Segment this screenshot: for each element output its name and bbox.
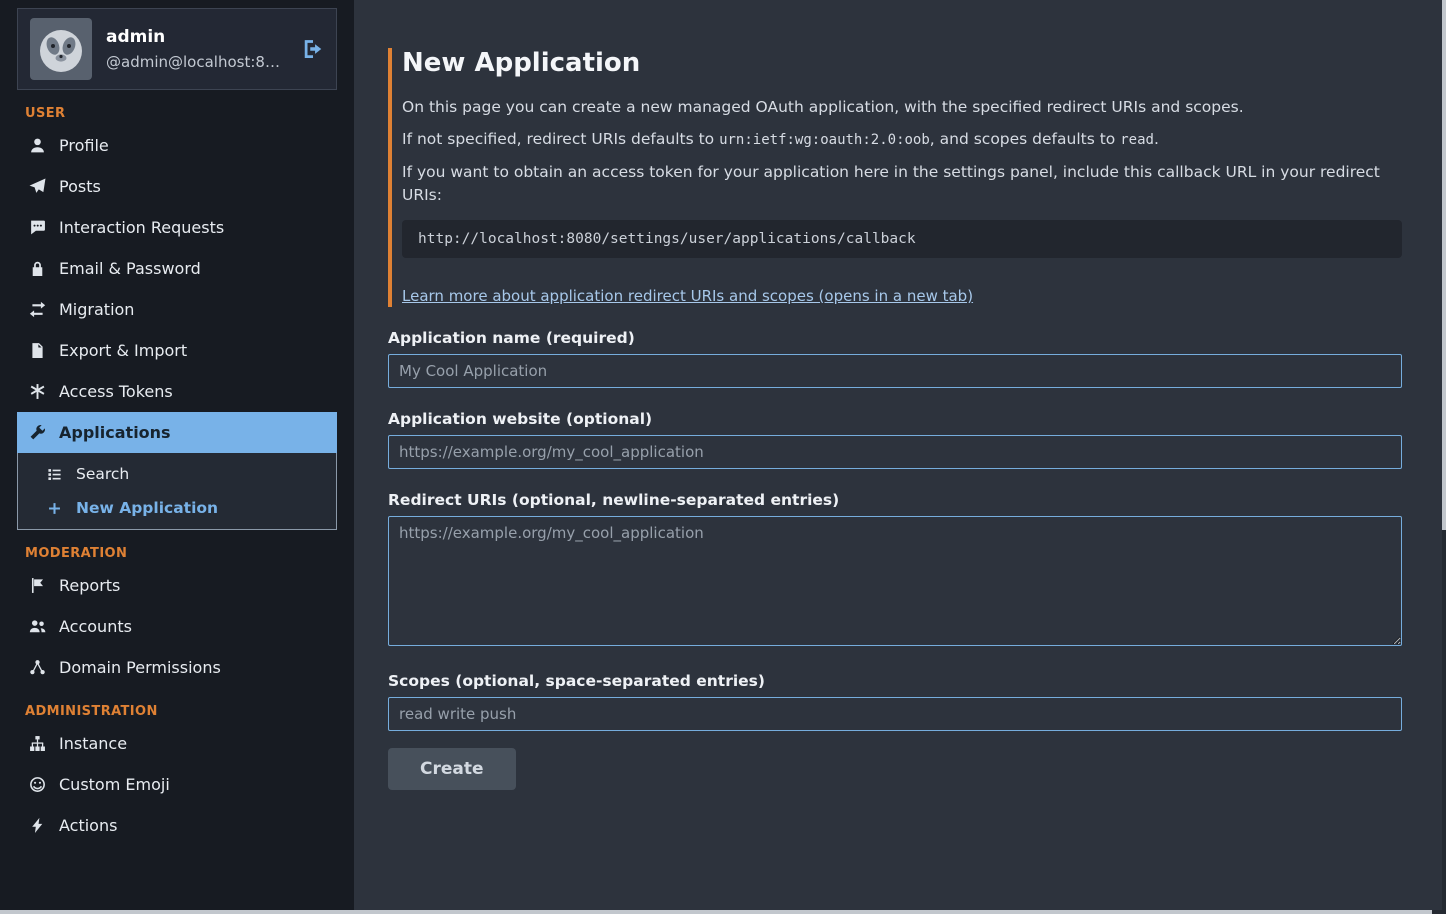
read-scope-code: read — [1120, 132, 1154, 148]
sidebar-item-instance[interactable]: Instance — [17, 723, 337, 764]
users-icon — [25, 618, 49, 635]
applications-group: Applications Search New Application — [17, 412, 337, 530]
docs-link[interactable]: Learn more about application redirect UR… — [402, 287, 973, 305]
section-title-user: USER — [25, 106, 337, 121]
applications-submenu: Search New Application — [18, 453, 336, 529]
user-icon — [25, 137, 49, 154]
sidebar-item-label: Interaction Requests — [59, 218, 224, 237]
sidebar-item-label: Export & Import — [59, 341, 187, 360]
vertical-scrollbar-thumb[interactable] — [1442, 0, 1446, 530]
sidebar-item-export-import[interactable]: Export & Import — [17, 330, 337, 371]
sidebar-item-applications-search[interactable]: Search — [18, 457, 336, 491]
sidebar-nav: USER Profile Posts Interaction Requests — [17, 106, 337, 846]
application-name-label: Application name (required) — [388, 329, 1402, 347]
horizontal-scrollbar[interactable] — [0, 910, 1446, 914]
application-website-label: Application website (optional) — [388, 410, 1402, 428]
page-title: New Application — [402, 48, 1402, 78]
sidebar-item-label: Custom Emoji — [59, 775, 170, 794]
sidebar-item-label: Migration — [59, 300, 134, 319]
sign-out-icon[interactable] — [302, 38, 324, 60]
user-name: admin — [106, 27, 288, 47]
sidebar-item-label: Access Tokens — [59, 382, 173, 401]
sidebar-item-label: New Application — [76, 499, 218, 517]
sidebar-item-actions[interactable]: Actions — [17, 805, 337, 846]
docs-block: New Application On this page you can cre… — [388, 48, 1402, 307]
section-title-moderation: MODERATION — [25, 546, 337, 561]
main-panel: New Application On this page you can cre… — [354, 0, 1446, 914]
user-card[interactable]: admin @admin@localhost:80... — [17, 8, 337, 90]
application-website-input[interactable] — [388, 435, 1402, 469]
sidebar-item-label: Profile — [59, 136, 109, 155]
sidebar-item-interaction-requests[interactable]: Interaction Requests — [17, 207, 337, 248]
sidebar-item-access-tokens[interactable]: Access Tokens — [17, 371, 337, 412]
paper-plane-icon — [25, 178, 49, 195]
sitemap-icon — [25, 735, 49, 752]
nodes-icon — [25, 659, 49, 676]
sidebar-item-migration[interactable]: Migration — [17, 289, 337, 330]
sidebar-item-label: Actions — [59, 816, 117, 835]
oob-code: urn:ietf:wg:oauth:2.0:oob — [719, 132, 930, 148]
sloth-avatar — [30, 18, 92, 80]
sidebar-item-reports[interactable]: Reports — [17, 565, 337, 606]
redirect-uris-textarea[interactable] — [388, 516, 1402, 646]
lock-icon — [25, 260, 49, 277]
flag-icon — [25, 577, 49, 594]
sidebar-item-label: Reports — [59, 576, 120, 595]
sidebar-item-label: Email & Password — [59, 259, 201, 278]
section-title-administration: ADMINISTRATION — [25, 704, 337, 719]
sidebar: admin @admin@localhost:80... USER Profil… — [0, 0, 354, 914]
certificate-icon — [25, 383, 49, 400]
wrench-icon — [25, 424, 49, 441]
smiley-icon — [25, 776, 49, 793]
horizontal-scrollbar-thumb[interactable] — [0, 910, 1432, 914]
scopes-input[interactable] — [388, 697, 1402, 731]
exchange-icon — [25, 301, 49, 318]
sidebar-item-custom-emoji[interactable]: Custom Emoji — [17, 764, 337, 805]
file-export-icon — [25, 342, 49, 359]
create-button[interactable]: Create — [388, 748, 516, 790]
sidebar-item-applications[interactable]: Applications — [17, 412, 337, 453]
redirect-uris-label: Redirect URIs (optional, newline-separat… — [388, 491, 1402, 509]
scopes-label: Scopes (optional, space-separated entrie… — [388, 672, 1402, 690]
plus-icon — [42, 501, 66, 516]
sidebar-item-label: Instance — [59, 734, 127, 753]
intro-line-1: On this page you can create a new manage… — [402, 96, 1402, 119]
sidebar-item-profile[interactable]: Profile — [17, 125, 337, 166]
sidebar-item-posts[interactable]: Posts — [17, 166, 337, 207]
sidebar-item-domain-permissions[interactable]: Domain Permissions — [17, 647, 337, 688]
sidebar-item-label: Domain Permissions — [59, 658, 221, 677]
comments-icon — [25, 219, 49, 236]
list-icon — [42, 467, 66, 482]
callback-url-code-block: http://localhost:8080/settings/user/appl… — [402, 220, 1402, 258]
new-application-form: Application name (required) Application … — [388, 329, 1402, 790]
sidebar-item-label: Search — [76, 465, 129, 483]
intro-line-3: If you want to obtain an access token fo… — [402, 161, 1402, 208]
sidebar-item-label: Accounts — [59, 617, 132, 636]
app-root: admin @admin@localhost:80... USER Profil… — [0, 0, 1446, 914]
sidebar-item-new-application[interactable]: New Application — [18, 491, 336, 525]
sidebar-item-accounts[interactable]: Accounts — [17, 606, 337, 647]
application-name-input[interactable] — [388, 354, 1402, 388]
sidebar-item-email-password[interactable]: Email & Password — [17, 248, 337, 289]
sidebar-item-label: Posts — [59, 177, 101, 196]
vertical-scrollbar[interactable] — [1442, 0, 1446, 914]
sidebar-item-label: Applications — [59, 423, 171, 442]
user-handle: @admin@localhost:80... — [106, 53, 288, 71]
bolt-icon — [25, 817, 49, 834]
intro-line-2: If not specified, redirect URIs defaults… — [402, 128, 1402, 151]
